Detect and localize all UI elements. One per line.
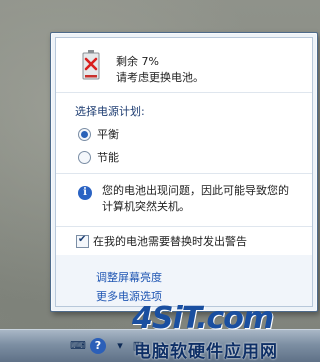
watermark-logo: 4SiT.com bbox=[132, 301, 274, 336]
power-plan-option-label: 平衡 bbox=[97, 128, 119, 141]
battery-flyout: 剩余 7% 请考虑更换电池。 选择电源计划: 平衡 节能 i 您的电池出现问题，… bbox=[50, 32, 318, 312]
battery-problem-line-2: 计算机突然关机。 bbox=[102, 200, 190, 213]
power-plan-title: 选择电源计划: bbox=[75, 105, 145, 118]
battery-status-text: 剩余 7% 请考虑更换电池。 bbox=[116, 54, 204, 86]
replace-warning-label: 在我的电池需要替换时发出警告 bbox=[93, 235, 247, 248]
flyout-panel: 剩余 7% 请考虑更换电池。 选择电源计划: 平衡 节能 i 您的电池出现问题，… bbox=[55, 37, 313, 307]
battery-remaining: 剩余 7% bbox=[116, 55, 159, 68]
site-watermark: 4SiT.com 电脑软硬件应用网 bbox=[132, 301, 320, 362]
keyboard-icon[interactable]: ⌨ bbox=[70, 338, 86, 354]
power-plan-section: 选择电源计划: 平衡 节能 bbox=[56, 93, 312, 174]
battery-warning-icon bbox=[82, 50, 100, 80]
info-icon: i bbox=[78, 186, 92, 200]
battery-problem-line-1: 您的电池出现问题，因此可能导致您的 bbox=[102, 184, 289, 197]
adjust-brightness-link[interactable]: 调整屏幕亮度 bbox=[96, 269, 162, 285]
power-plan-option-power-saver[interactable]: 节能 bbox=[78, 149, 119, 165]
battery-message: 请考虑更换电池。 bbox=[116, 71, 204, 84]
power-plan-option-balanced[interactable]: 平衡 bbox=[78, 126, 119, 142]
watermark-subtitle: 电脑软硬件应用网 bbox=[134, 342, 278, 362]
battery-status-section: 剩余 7% 请考虑更换电池。 bbox=[56, 38, 312, 93]
radio-button-selected[interactable] bbox=[78, 127, 91, 141]
battery-problem-text: 您的电池出现问题，因此可能导致您的 计算机突然关机。 bbox=[102, 183, 302, 215]
replace-warning-checkbox[interactable] bbox=[76, 234, 89, 248]
chevron-down-icon[interactable]: ▾ bbox=[112, 338, 128, 354]
battery-problem-notice: i 您的电池出现问题，因此可能导致您的 计算机突然关机。 bbox=[56, 174, 312, 226]
power-plan-option-label: 节能 bbox=[97, 151, 119, 164]
flyout-links: 调整屏幕亮度 更多电源选项 bbox=[56, 255, 312, 306]
help-icon[interactable]: ? bbox=[90, 338, 106, 354]
radio-button[interactable] bbox=[78, 150, 91, 164]
replace-warning-option[interactable]: 在我的电池需要替换时发出警告 bbox=[56, 226, 312, 256]
